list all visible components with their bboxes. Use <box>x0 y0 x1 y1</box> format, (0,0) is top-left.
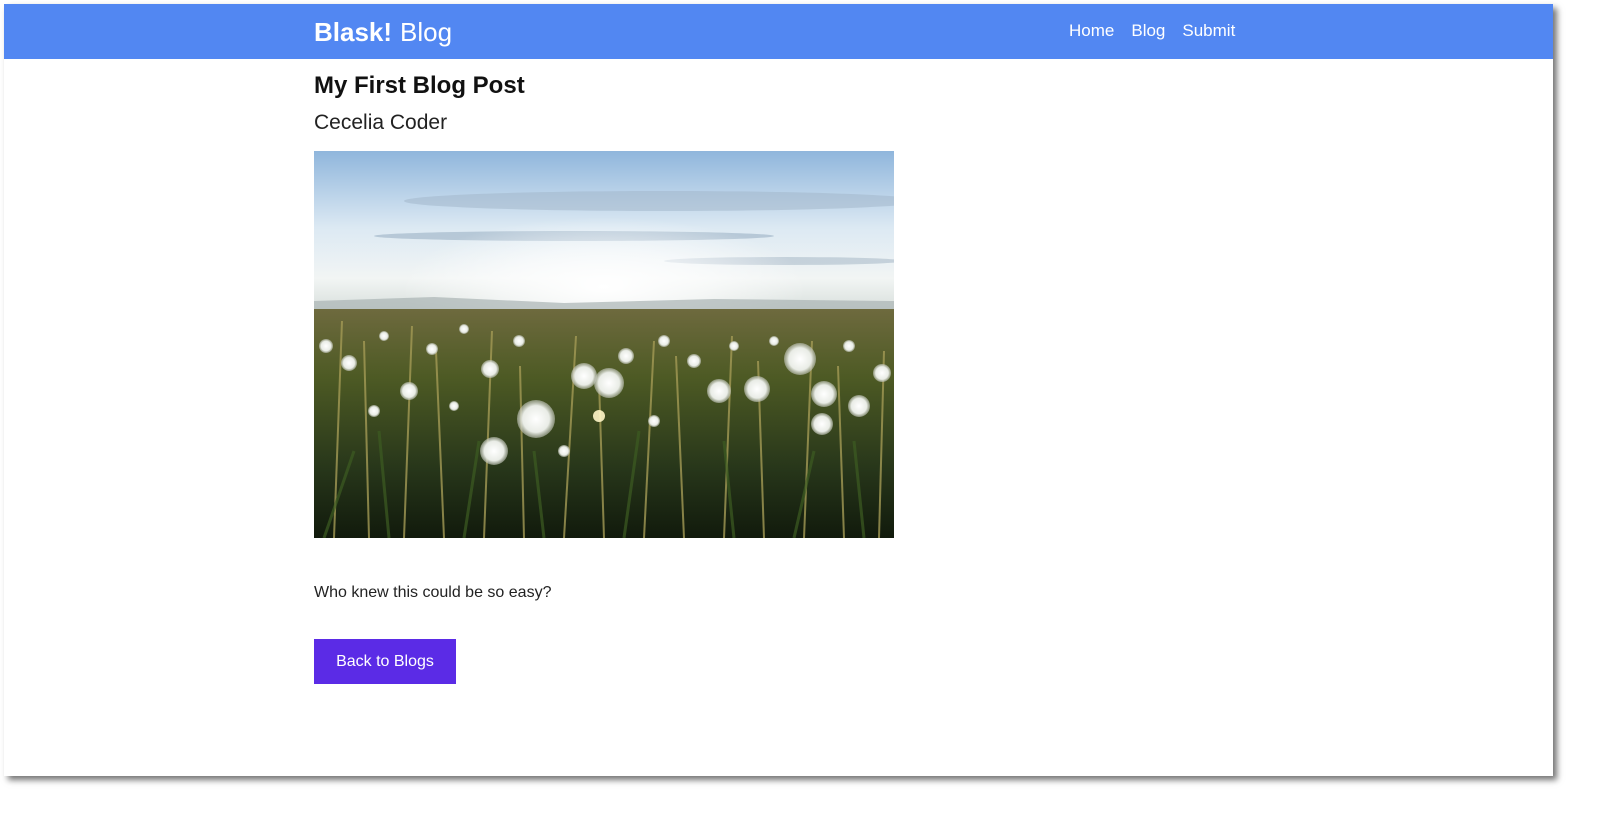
brand-name: Blask! <box>314 17 393 47</box>
brand-subtitle: Blog <box>400 17 453 47</box>
nav-link-blog[interactable]: Blog <box>1131 20 1165 42</box>
post-title: My First Blog Post <box>314 72 525 99</box>
back-to-blogs-button[interactable]: Back to Blogs <box>314 639 456 684</box>
post-content: My First Blog Post Cecelia Coder Who kne… <box>314 70 1214 684</box>
top-navbar: Blask! Blog Home Blog Submit <box>4 4 1553 59</box>
post-image <box>314 151 894 538</box>
post-body: Who knew this could be so easy? <box>314 584 552 601</box>
post-author: Cecelia Coder <box>314 111 448 134</box>
site-brand[interactable]: Blask! Blog <box>314 15 452 49</box>
browser-page: Blask! Blog Home Blog Submit My First Blo… <box>4 4 1553 776</box>
nav-link-submit[interactable]: Submit <box>1182 20 1235 42</box>
nav-links: Home Blog Submit <box>1069 20 1252 42</box>
nav-link-home[interactable]: Home <box>1069 20 1114 42</box>
